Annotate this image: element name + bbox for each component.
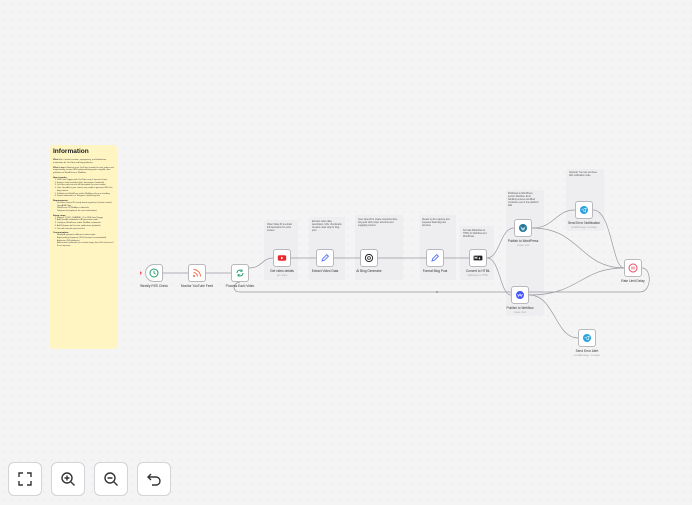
wordpress-icon xyxy=(519,224,527,232)
pause-icon xyxy=(628,263,638,273)
node-html[interactable] xyxy=(469,249,487,267)
edge-wf-limit xyxy=(528,267,625,296)
zoom-in-button[interactable] xyxy=(51,462,85,496)
loop-icon xyxy=(236,269,244,277)
node-subtitle: sendMessage: message xyxy=(571,225,597,229)
zoom-in-icon xyxy=(61,472,75,486)
node-limit[interactable] xyxy=(624,259,642,277)
zoom-out-icon xyxy=(104,472,118,486)
node-extract[interactable] xyxy=(316,249,334,267)
node-each[interactable] xyxy=(231,264,249,282)
edge-each-details xyxy=(248,257,274,269)
edge-wp-limit xyxy=(531,227,625,269)
node-label: Format Blog Post xyxy=(422,269,448,273)
pencil-icon xyxy=(431,253,440,262)
node-subtitle: Markdown to HTML xyxy=(467,273,489,277)
fit-view-button[interactable] xyxy=(8,462,42,496)
node-label: Publish to WordPress xyxy=(507,239,539,243)
youtube-icon xyxy=(277,255,287,261)
markdown-icon xyxy=(473,255,483,261)
rss-icon xyxy=(193,269,201,277)
node-subtitle: create: item xyxy=(513,310,527,314)
node-label: Weekly RSS Check xyxy=(140,284,168,288)
edge-html-wf xyxy=(486,257,512,296)
node-label: AI Blog Generator xyxy=(356,269,382,273)
node-label: Get video details xyxy=(270,269,294,273)
node-subtitle: create: post xyxy=(516,243,530,247)
node-details[interactable] xyxy=(273,249,291,267)
node-label: Rate Limit Delay xyxy=(621,279,645,283)
zoom-out-button[interactable] xyxy=(94,462,128,496)
pencil-icon xyxy=(321,253,330,262)
edge-wf-errbot xyxy=(528,294,579,339)
node-format[interactable] xyxy=(426,249,444,267)
fit-view-icon xyxy=(18,472,32,486)
node-errtop[interactable] xyxy=(575,201,593,219)
node-errbot[interactable] xyxy=(578,329,596,347)
telegram-icon xyxy=(583,334,591,342)
edge-errtop-limit xyxy=(592,209,625,269)
node-label: Convert to HTML xyxy=(465,269,491,273)
node-label: Publish to Webflow xyxy=(506,306,534,310)
canvas-controls xyxy=(8,462,171,496)
node-monitor[interactable] xyxy=(188,264,206,282)
connections-layer xyxy=(140,209,650,339)
node-wp[interactable] xyxy=(514,219,532,237)
node-subtitle: sendMessage: message xyxy=(574,353,600,357)
undo-button[interactable] xyxy=(137,462,171,496)
node-label: Process Each Video xyxy=(225,284,255,288)
openai-icon xyxy=(364,253,374,263)
node-label: Monitor YouTube Feed xyxy=(180,284,214,288)
node-ai[interactable] xyxy=(360,249,378,267)
telegram-icon xyxy=(580,206,588,214)
node-label: Extract Video Data xyxy=(311,269,339,273)
node-wf[interactable] xyxy=(511,286,529,304)
node-subtitle: get: video xyxy=(276,273,288,277)
node-rss[interactable] xyxy=(145,264,163,282)
node-label: Send Error Alert xyxy=(575,349,599,353)
undo-icon xyxy=(147,473,161,486)
node-label: Send Error Notification xyxy=(567,221,601,225)
webflow-icon xyxy=(516,291,524,299)
clock-icon xyxy=(149,268,159,278)
